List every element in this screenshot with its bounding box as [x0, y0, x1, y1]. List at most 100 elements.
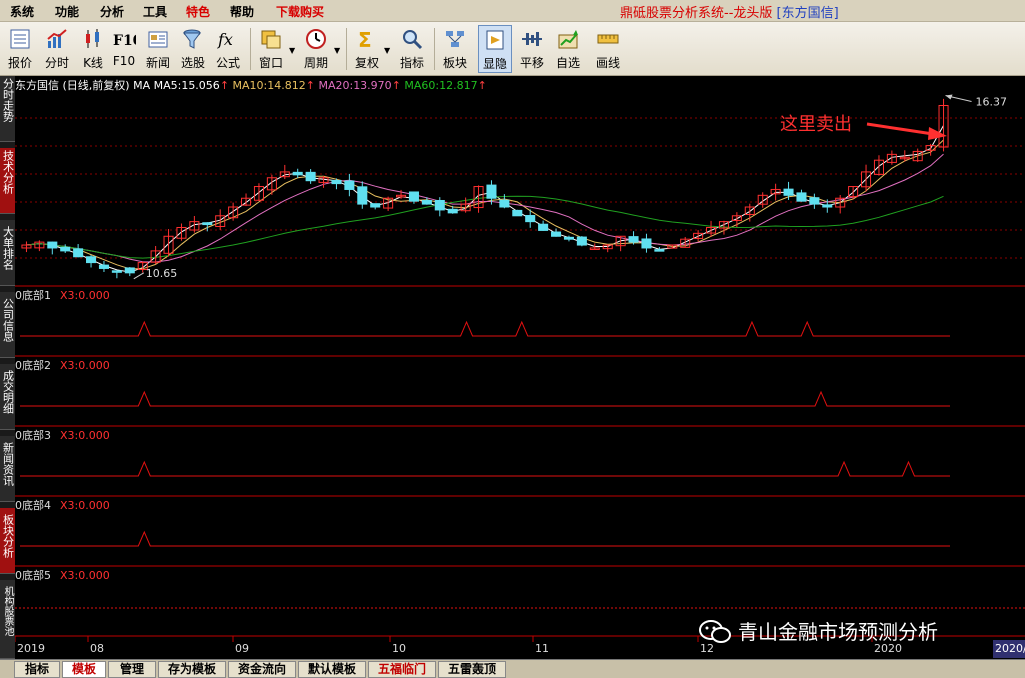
candle-body	[73, 248, 84, 258]
candle-body	[486, 184, 497, 199]
sell-arrow-shaft	[866, 122, 934, 136]
clock-icon	[306, 29, 326, 49]
indicator-button[interactable]: 指标	[396, 25, 428, 73]
candle-body	[421, 200, 432, 205]
intraday-chart-icon	[47, 29, 67, 48]
left-tabs: 分时走势 技术分析 大单排名 公司信息 成交明细 新闻资讯 板块分析 机构股票池	[0, 76, 15, 659]
draw-line-button[interactable]: 画线	[590, 25, 626, 73]
x-tick-label: 08	[90, 642, 104, 655]
candle-body	[654, 249, 665, 252]
bottom-tab-money-flow[interactable]: 资金流向	[228, 661, 296, 678]
legend-ma60-arrow: ↑	[477, 79, 487, 92]
left-tab-technical[interactable]: 技术分析	[0, 148, 15, 214]
window-button[interactable]: 窗口	[256, 25, 286, 73]
bottom-tab-manage[interactable]: 管理	[108, 661, 156, 678]
f10-text-icon: F10	[113, 33, 136, 49]
menu-buy[interactable]: 下载购买	[276, 3, 324, 20]
candle-body	[563, 236, 574, 240]
show-hide-button[interactable]: 显隐	[478, 25, 512, 73]
menu-function[interactable]: 功能	[55, 3, 79, 20]
bottom-tab-save-template[interactable]: 存为模板	[158, 661, 226, 678]
panel-label: 0底部1	[15, 288, 51, 302]
candle-body	[344, 180, 355, 190]
kline-button[interactable]: K线	[78, 25, 108, 73]
bottom-tab-indicator[interactable]: 指标	[14, 661, 60, 678]
watchlist-button[interactable]: 自选	[552, 25, 584, 73]
low-price-label: 10.65	[146, 267, 178, 280]
bottom-tab-template[interactable]: 模板	[62, 661, 106, 678]
menu-help[interactable]: 帮助	[230, 3, 254, 20]
pan-button[interactable]: 平移	[516, 25, 548, 73]
left-tab-intraday[interactable]: 分时走势	[0, 76, 15, 142]
candle-body	[408, 191, 419, 202]
legend-title: 东方国信 (日线,前复权) MA	[15, 79, 151, 92]
news-button[interactable]: 新闻	[142, 25, 174, 73]
candle-body	[331, 179, 342, 185]
indicator-line	[20, 530, 950, 547]
candle-body	[809, 197, 820, 205]
left-tab-news[interactable]: 新闻资讯	[0, 436, 15, 502]
left-tab-sector[interactable]: 板块分析	[0, 508, 15, 574]
x-tick-label: 2019	[17, 642, 45, 655]
draw-line-icon	[597, 34, 619, 44]
sector-button[interactable]: 板块	[440, 25, 470, 73]
app-title: 鼎砥股票分析系统--龙头版 [东方国信]	[620, 6, 839, 21]
sell-here-annotation: 这里卖出	[780, 114, 852, 135]
svg-text:Σ: Σ	[358, 28, 372, 51]
panel-label: 0底部5	[15, 568, 51, 582]
left-tab-company[interactable]: 公司信息	[0, 292, 15, 358]
candle-body	[202, 222, 213, 226]
window-icon	[261, 30, 281, 49]
f10-button[interactable]: F10 F10	[110, 25, 138, 73]
candle-body	[434, 200, 445, 211]
bottom-tab-default-template[interactable]: 默认模板	[298, 661, 366, 678]
indicator-line	[20, 390, 950, 407]
magnifier-icon	[403, 30, 423, 50]
menu-features[interactable]: 特色	[186, 3, 210, 20]
menu-system[interactable]: 系统	[10, 3, 34, 20]
stock-picker-button[interactable]: 选股	[178, 25, 208, 73]
panel-label: 0底部4	[15, 498, 51, 512]
panel-label: 0底部2	[15, 358, 51, 372]
watermark-text: 青山金融市场预测分析	[738, 620, 938, 644]
intraday-button[interactable]: 分时	[40, 25, 74, 73]
x-tick-label: 09	[235, 642, 249, 655]
bottom-tab-five-thunders[interactable]: 五雷轰顶	[438, 661, 506, 678]
x-tick-label: 11	[535, 642, 549, 655]
bottom-tab-five-blessings[interactable]: 五福临门	[368, 661, 436, 678]
app-title-stock: [东方国信]	[776, 6, 839, 21]
period-dropdown-icon[interactable]: ▼	[334, 46, 340, 55]
quote-list-icon	[10, 29, 30, 49]
formula-button[interactable]: fx 公式	[212, 25, 244, 73]
candle-body	[512, 209, 523, 217]
chart-legend: 东方国信 (日线,前复权) MA MA5:15.056↑ MA10:14.812…	[15, 77, 487, 93]
menu-tools[interactable]: 工具	[143, 3, 167, 20]
indicator-line	[20, 460, 950, 477]
menu-analysis[interactable]: 分析	[100, 3, 124, 20]
kline-chart[interactable]: 0底部1 X3:0.000 0底部2 X3:0.000 0底部3 X3:0.000 0底部4…	[15, 76, 1025, 659]
left-tab-large-orders[interactable]: 大单排名	[0, 220, 15, 286]
panel-value: X3:0.000	[60, 569, 110, 582]
news-icon	[148, 31, 168, 48]
panel-value: X3:0.000	[60, 499, 110, 512]
sigma-icon: Σ	[358, 28, 372, 51]
period-button[interactable]: 周期	[300, 25, 332, 73]
window-dropdown-icon[interactable]: ▼	[289, 46, 295, 55]
candle-body	[538, 223, 549, 231]
sector-icon	[446, 31, 464, 47]
candle-body	[370, 203, 381, 208]
candle-body	[551, 231, 562, 237]
toolbar: 报价 分时 K线 F10 F10 新闻 选股 fx 公式 窗口 ▼ 周期 ▼ Σ…	[0, 22, 1025, 76]
candle-body	[124, 267, 135, 274]
left-tab-trades[interactable]: 成交明细	[0, 364, 15, 430]
quote-button[interactable]: 报价	[4, 25, 36, 73]
left-tab-institution[interactable]: 机构股票池	[0, 580, 15, 659]
legend-ma20-arrow: ↑	[391, 79, 401, 92]
adjust-button[interactable]: Σ 复权	[352, 25, 382, 73]
legend-ma5-arrow: ↑	[219, 79, 230, 92]
candle-body	[357, 186, 368, 205]
panel-value: X3:0.000	[60, 359, 110, 372]
candle-body	[47, 241, 58, 249]
adjust-dropdown-icon[interactable]: ▼	[384, 46, 390, 55]
wechat-icon	[699, 620, 731, 643]
